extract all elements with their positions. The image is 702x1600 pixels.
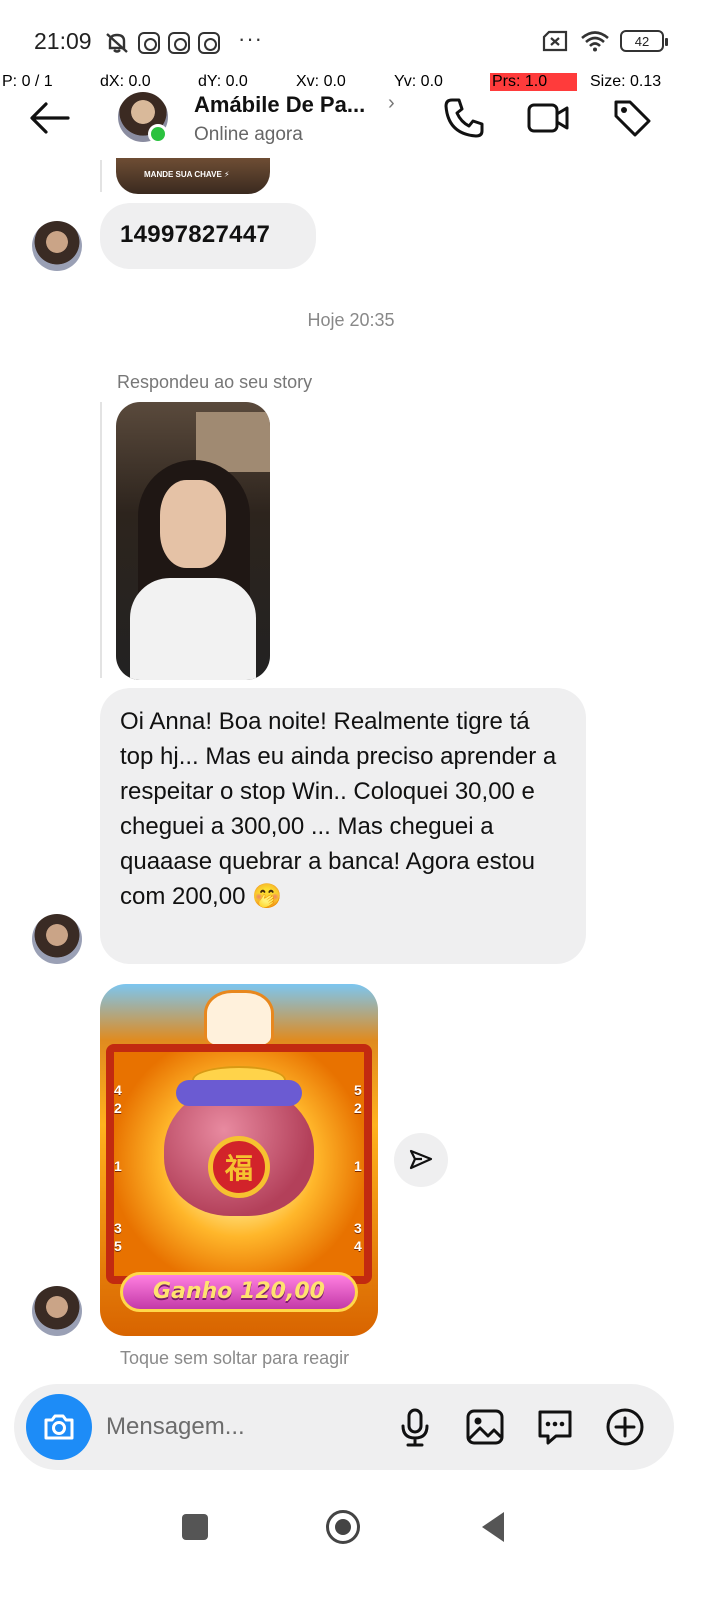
battery-icon: 42 (620, 30, 668, 52)
chevron-right-icon[interactable]: › (388, 92, 395, 115)
reply-thread-line (100, 160, 102, 192)
win-amount-banner: Ganho 120,00 (120, 1272, 358, 1312)
video-call-icon[interactable] (526, 96, 570, 140)
sender-avatar[interactable] (32, 221, 82, 271)
instagram-notification-icon (198, 32, 220, 54)
game-number-left: 1 (114, 1158, 122, 1174)
game-number-right: 1 (354, 1158, 362, 1174)
sender-avatar[interactable] (32, 1286, 82, 1336)
status-bar: 21:09 ··· 42 (0, 0, 702, 78)
story-thumbnail-partial[interactable]: MANDE SUA CHAVE ⚡ (116, 158, 270, 194)
share-button[interactable] (394, 1133, 448, 1187)
sender-avatar[interactable] (32, 914, 82, 964)
battery-level: 42 (634, 33, 650, 49)
game-number-right: 5 (354, 1082, 362, 1098)
sticker-icon[interactable] (534, 1406, 576, 1448)
time-separator: Hoje 20:35 (307, 310, 395, 330)
instagram-notification-icon (168, 32, 190, 54)
chat-header: Amábile De Pa... › Online agora (0, 88, 702, 158)
nav-back-icon[interactable] (482, 1512, 504, 1542)
microphone-icon[interactable] (394, 1406, 436, 1448)
back-arrow-icon[interactable] (28, 98, 72, 138)
camera-icon (44, 1414, 74, 1440)
story-person-face (160, 480, 226, 568)
shared-game-screenshot[interactable]: 4 2 1 3 5 5 2 1 3 4 福 Ganho 120,00 (100, 984, 378, 1336)
status-system-icons: 42 (542, 30, 668, 52)
game-number-right: 3 (354, 1220, 362, 1236)
status-time: 21:09 (34, 28, 92, 54)
story-reply-label: Respondeu ao seu story (117, 372, 313, 392)
game-number-right: 4 (354, 1238, 362, 1254)
bag-ribbon (176, 1080, 302, 1106)
status-notification-icons: ··· (104, 26, 263, 56)
no-sim-icon (542, 30, 568, 52)
contact-name[interactable]: Amábile De Pa... (194, 92, 365, 118)
game-number-left: 4 (114, 1082, 122, 1098)
game-number-left: 5 (114, 1238, 122, 1254)
message-composer (14, 1384, 674, 1470)
game-number-right: 2 (354, 1100, 362, 1116)
phone-icon[interactable] (442, 96, 486, 140)
gallery-icon[interactable] (464, 1406, 506, 1448)
message-bubble-number[interactable]: 14997827447 (100, 203, 316, 269)
message-bubble-text[interactable]: Oi Anna! Boa noite! Realmente tigre tá t… (100, 688, 586, 964)
reaction-hint: Toque sem soltar para reagir (120, 1348, 350, 1368)
instagram-notification-icon (138, 32, 160, 54)
contact-status: Online agora (194, 124, 303, 145)
story-person-shirt (130, 578, 256, 680)
tiger-character-image (204, 990, 274, 1048)
system-navigation-bar (0, 1500, 702, 1560)
story-thumbnail-caption: MANDE SUA CHAVE ⚡ (144, 170, 230, 179)
fortune-seal: 福 (208, 1136, 270, 1198)
home-icon[interactable] (326, 1510, 360, 1544)
send-icon (409, 1149, 433, 1170)
wifi-icon (581, 31, 609, 52)
replied-story-thumbnail[interactable] (116, 402, 270, 680)
camera-button[interactable] (26, 1394, 92, 1460)
plus-icon[interactable] (604, 1406, 646, 1448)
mute-bell-icon (106, 33, 128, 53)
game-number-left: 2 (114, 1100, 122, 1116)
more-notifications-icon: ··· (238, 26, 263, 51)
message-input[interactable] (106, 1410, 386, 1444)
online-indicator (148, 124, 168, 144)
reply-thread-line (100, 402, 102, 678)
tag-icon[interactable] (610, 96, 654, 140)
recent-apps-icon[interactable] (182, 1514, 208, 1540)
game-number-left: 3 (114, 1220, 122, 1236)
